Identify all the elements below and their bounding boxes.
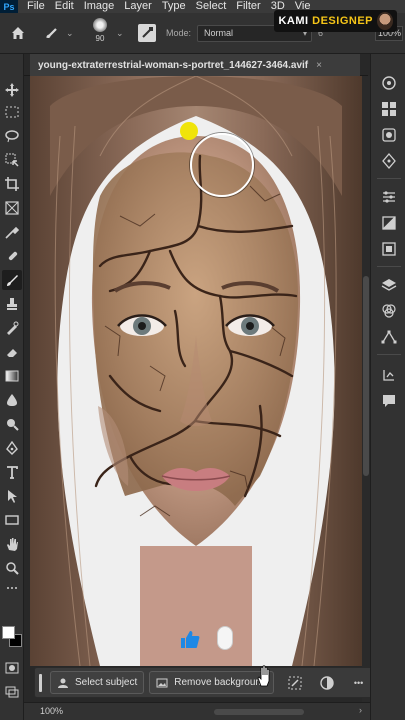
healing-brush-icon[interactable] <box>2 246 22 266</box>
menu-image[interactable]: Image <box>79 0 120 13</box>
scrollbar-thumb[interactable] <box>363 276 369 476</box>
avatar <box>377 12 393 30</box>
drag-handle-icon[interactable] <box>39 673 42 692</box>
menu-select[interactable]: Select <box>191 0 232 13</box>
menu-layer[interactable]: Layer <box>119 0 157 13</box>
zoom-icon[interactable] <box>2 558 22 578</box>
document-title: young-extraterrestrial-woman-s-portret_1… <box>38 59 309 71</box>
chevron-down-icon: ⌄ <box>66 27 74 38</box>
brush-tool-icon[interactable] <box>2 270 22 290</box>
styles-icon[interactable] <box>380 214 398 232</box>
mode-label: Mode: <box>166 28 192 38</box>
horizontal-scrollbar[interactable] <box>214 709 304 715</box>
rectangle-icon[interactable] <box>2 510 22 530</box>
transform-icon[interactable] <box>284 672 306 694</box>
hand-cursor-icon <box>256 665 272 687</box>
pen-icon[interactable] <box>2 438 22 458</box>
tools-panel <box>0 54 24 720</box>
quick-mask-icon[interactable] <box>2 658 22 678</box>
watermark-text-1: KAMI <box>278 15 309 27</box>
more-options-button[interactable]: ••• <box>348 672 370 694</box>
history-icon[interactable] <box>380 366 398 384</box>
contextual-task-bar: Select subject Remove background ••• <box>34 667 386 698</box>
gradient-icon[interactable] <box>2 366 22 386</box>
vertical-scrollbar[interactable] <box>362 76 370 702</box>
brush-tip-icon <box>93 18 107 32</box>
select-subject-button[interactable]: Select subject <box>50 671 145 694</box>
channel-watermark: KAMI DESIGNEP <box>274 10 397 32</box>
dodge-icon[interactable] <box>2 414 22 434</box>
crop-icon[interactable] <box>2 174 22 194</box>
screen-mode-icon[interactable] <box>2 682 22 702</box>
properties-icon[interactable] <box>380 240 398 258</box>
click-indicator-icon <box>180 122 198 140</box>
person-icon <box>58 678 68 688</box>
hand-icon[interactable] <box>2 534 22 554</box>
channels-icon[interactable] <box>380 302 398 320</box>
menu-type[interactable]: Type <box>157 0 191 13</box>
thumbs-up-icon <box>179 628 201 650</box>
swatches-icon[interactable] <box>380 100 398 118</box>
remove-background-button[interactable]: Remove background <box>149 671 274 694</box>
path-select-icon[interactable] <box>2 486 22 506</box>
mode-value: Normal <box>204 28 234 38</box>
status-bar: 100% › <box>24 702 370 720</box>
zoom-level[interactable]: 100% <box>40 706 63 716</box>
frame-icon[interactable] <box>2 198 22 218</box>
dock-divider <box>377 354 401 355</box>
comments-icon[interactable] <box>380 392 398 410</box>
remove-background-label: Remove background <box>174 677 267 688</box>
brush-icon <box>46 28 57 39</box>
object-select-icon[interactable] <box>2 150 22 170</box>
document-tab[interactable]: young-extraterrestrial-woman-s-portret_1… <box>30 54 360 76</box>
eraser-icon[interactable] <box>2 342 22 362</box>
watermark-text-2: DESIGNEP <box>312 15 373 27</box>
brush-size-value: 90 <box>95 34 105 43</box>
brush-size-preview[interactable]: 90 <box>90 18 110 48</box>
brush-settings-panel-toggle[interactable] <box>138 24 156 42</box>
mouse-icon <box>217 626 233 650</box>
panel-dock <box>370 54 405 720</box>
eyedropper-icon[interactable] <box>2 222 22 242</box>
dock-divider <box>377 178 401 179</box>
foreground-color-swatch[interactable] <box>2 626 15 639</box>
menu-filter[interactable]: Filter <box>231 0 265 13</box>
home-icon[interactable] <box>4 19 32 47</box>
marquee-icon[interactable] <box>2 102 22 122</box>
mask-icon[interactable] <box>316 672 338 694</box>
adjustments-icon[interactable] <box>380 188 398 206</box>
image-icon <box>156 678 168 687</box>
lasso-icon[interactable] <box>2 126 22 146</box>
learn-icon[interactable] <box>380 152 398 170</box>
menu-file[interactable]: File <box>22 0 50 13</box>
paths-icon[interactable] <box>380 328 398 346</box>
close-icon[interactable]: × <box>316 60 322 71</box>
color-panel-icon[interactable] <box>380 74 398 92</box>
chevron-right-icon[interactable]: › <box>359 705 362 715</box>
clone-stamp-icon[interactable] <box>2 294 22 314</box>
move-icon[interactable] <box>2 80 22 100</box>
dock-divider <box>377 266 401 267</box>
libraries-icon[interactable] <box>380 126 398 144</box>
document-tab-bar: young-extraterrestrial-woman-s-portret_1… <box>24 54 368 76</box>
brush-cursor-icon <box>190 133 254 197</box>
more-tools-icon[interactable] <box>2 582 22 594</box>
brush-preset-picker[interactable]: ⌄ <box>44 19 74 47</box>
layers-icon[interactable] <box>380 276 398 294</box>
brush-size-chevron-icon[interactable]: ⌄ <box>116 28 126 39</box>
history-brush-icon[interactable] <box>2 318 22 338</box>
type-icon[interactable] <box>2 462 22 482</box>
photoshop-logo: Ps <box>0 0 18 13</box>
blur-icon[interactable] <box>2 390 22 410</box>
select-subject-label: Select subject <box>75 677 138 688</box>
menu-edit[interactable]: Edit <box>50 0 79 13</box>
